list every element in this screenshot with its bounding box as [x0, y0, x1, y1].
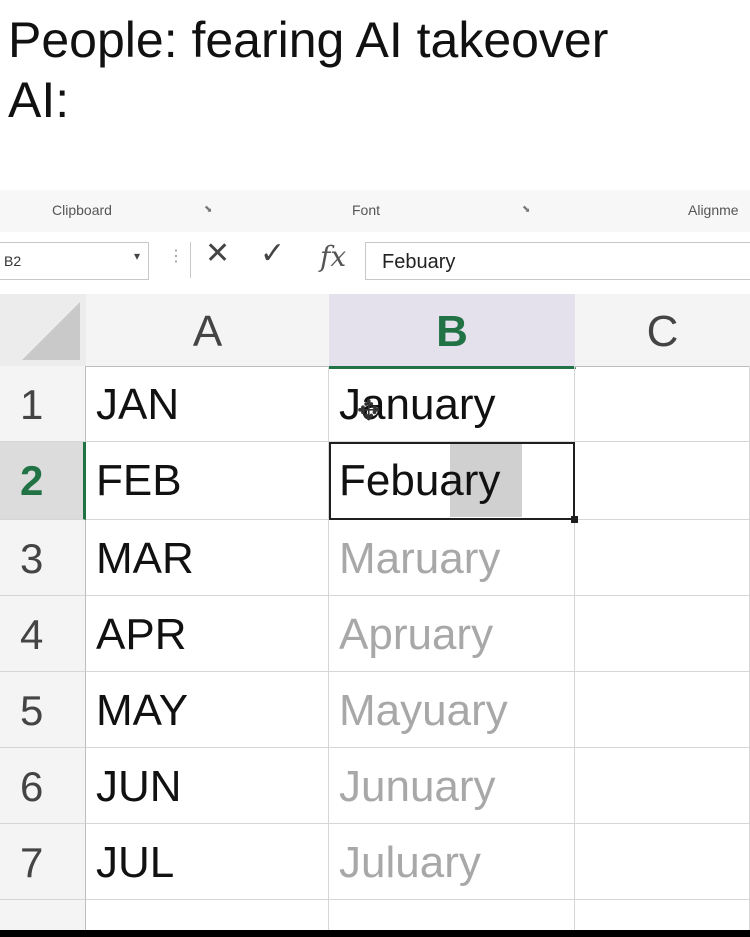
ribbon-group-font[interactable]: Font — [352, 202, 380, 218]
cell-a7[interactable]: JUL — [86, 824, 329, 900]
cell-b6[interactable]: Junuary — [329, 748, 575, 824]
cell-a5[interactable]: MAY — [86, 672, 329, 748]
select-all-triangle-icon — [22, 302, 80, 360]
column-header-c[interactable]: C — [575, 294, 750, 367]
cell-a3[interactable]: MAR — [86, 520, 329, 596]
formula-bar-grip-icon[interactable]: ⋮ — [168, 246, 184, 266]
cell-c2[interactable] — [575, 442, 750, 520]
column-header-b[interactable]: B — [329, 294, 576, 369]
spreadsheet-grid: A B C 1 JAN January 2 FEB Febuary 3 MAR … — [0, 294, 750, 937]
row-header-5[interactable]: 5 — [0, 672, 86, 748]
active-cell-border — [329, 442, 575, 520]
formula-input-value: Febuary — [382, 251, 456, 273]
row-header-7[interactable]: 7 — [0, 824, 86, 900]
formula-divider — [190, 242, 191, 278]
row-header-2[interactable]: 2 — [0, 442, 86, 520]
cell-c4[interactable] — [575, 596, 750, 672]
clipboard-launcher-icon[interactable]: ⬊ — [204, 204, 212, 215]
cell-c5[interactable] — [575, 672, 750, 748]
cell-c1[interactable] — [575, 366, 750, 442]
meme-caption-line2: AI: — [8, 72, 70, 128]
cell-a2[interactable]: FEB — [86, 442, 329, 520]
cell-c6[interactable] — [575, 748, 750, 824]
ribbon-group-alignment[interactable]: Alignme — [688, 202, 739, 218]
formula-input[interactable]: Febuary — [365, 242, 750, 280]
row-header-1[interactable]: 1 — [0, 366, 86, 442]
ribbon-group-clipboard[interactable]: Clipboard — [52, 202, 112, 218]
chevron-down-icon[interactable]: ▾ — [134, 249, 140, 263]
ribbon-group-labels: Clipboard ⬊ Font ⬊ Alignme — [0, 190, 750, 232]
mouse-cursor-icon: ✥ — [357, 395, 381, 426]
select-all-button[interactable] — [0, 294, 87, 367]
fill-handle[interactable] — [571, 516, 578, 523]
cell-a6[interactable]: JUN — [86, 748, 329, 824]
row-header-4[interactable]: 4 — [0, 596, 86, 672]
name-box-value: B2 — [4, 253, 22, 269]
name-box[interactable]: B2 ▾ — [0, 242, 149, 280]
meme-caption-line1: People: fearing AI takeover — [8, 12, 609, 68]
checkmark-icon[interactable]: ✓ — [260, 236, 285, 271]
cell-b5[interactable]: Mayuary — [329, 672, 575, 748]
column-header-a[interactable]: A — [86, 294, 330, 367]
cell-b4[interactable]: Apruary — [329, 596, 575, 672]
font-launcher-icon[interactable]: ⬊ — [522, 204, 530, 215]
cell-b3[interactable]: Maruary — [329, 520, 575, 596]
cell-a4[interactable]: APR — [86, 596, 329, 672]
bottom-edge-bar — [0, 930, 750, 937]
row-header-3[interactable]: 3 — [0, 520, 86, 596]
insert-function-icon[interactable]: fx — [320, 240, 346, 273]
cell-a1[interactable]: JAN — [86, 366, 329, 442]
cell-c7[interactable] — [575, 824, 750, 900]
cancel-icon[interactable]: ✕ — [205, 236, 230, 271]
cell-c3[interactable] — [575, 520, 750, 596]
cell-b7[interactable]: Juluary — [329, 824, 575, 900]
formula-bar: B2 ▾ ⋮ ✕ ✓ fx Febuary — [0, 232, 750, 295]
row-header-6[interactable]: 6 — [0, 748, 86, 824]
